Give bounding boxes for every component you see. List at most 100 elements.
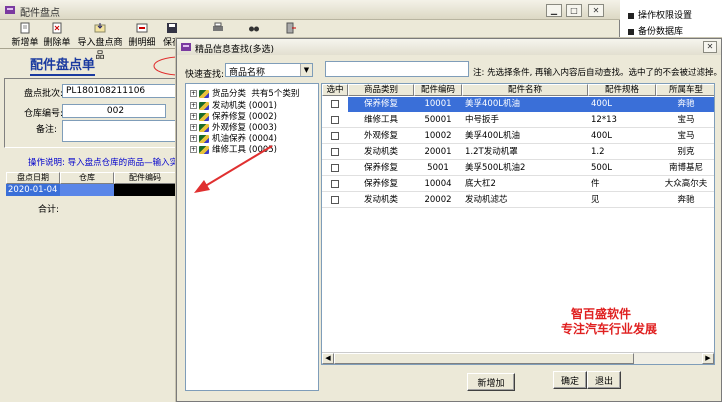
grid-header-code[interactable]: 配件编码: [114, 172, 176, 184]
table-row[interactable]: 维修工具 50001 中号扳手 12*13 宝马: [322, 113, 714, 128]
cell-name: 中号扳手: [465, 115, 500, 125]
table-row[interactable]: 发动机类 20001 1.2T发动机罩 1.2 别克: [322, 145, 714, 160]
scroll-left-icon[interactable]: ◀: [322, 353, 334, 364]
cell-name: 美孚400L机油: [465, 131, 520, 141]
table-row[interactable]: 外观修复 10002 美孚400L机油 400L 宝马: [322, 129, 714, 144]
scrollbar-thumb[interactable]: [334, 353, 634, 364]
select-checkbox[interactable]: [331, 116, 339, 124]
select-checkbox[interactable]: [331, 180, 339, 188]
column-header-category[interactable]: 商品类别: [348, 84, 414, 96]
delete-bill-button[interactable]: 删除单: [42, 21, 72, 48]
select-checkbox[interactable]: [331, 132, 339, 140]
select-checkbox[interactable]: [331, 100, 339, 108]
cell-spec: 400L: [591, 131, 612, 141]
column-header-spec[interactable]: 配件规格: [588, 84, 656, 96]
cell-spec: 件: [591, 179, 600, 189]
column-header-selected[interactable]: 选中: [322, 84, 348, 96]
expand-icon[interactable]: +: [190, 124, 197, 131]
cell-name: 底大杠2: [465, 179, 496, 189]
cell-code: 10004: [424, 179, 452, 189]
column-header-code[interactable]: 配件编码: [414, 84, 462, 96]
cell-code: 10002: [424, 131, 452, 141]
vertical-scrollbar[interactable]: [715, 83, 721, 391]
warehouse-code-field[interactable]: 002: [62, 104, 166, 118]
arrow-annotation: [194, 145, 273, 193]
cell-checkbox[interactable]: [322, 113, 348, 128]
side-item-backup[interactable]: 备份数据库: [628, 24, 683, 37]
cell-checkbox[interactable]: [322, 145, 348, 160]
cell-name: 1.2T发动机罩: [465, 147, 518, 157]
new-bill-button[interactable]: 新增单: [8, 21, 42, 48]
select-checkbox[interactable]: [331, 148, 339, 156]
maximize-button[interactable]: □: [566, 4, 582, 17]
column-header-model[interactable]: 所属车型: [656, 84, 714, 96]
cell-category: 发动机类: [363, 147, 398, 157]
cell-model: 宝马: [677, 131, 695, 141]
warehouse-code-label: 仓库编号:: [24, 109, 64, 119]
cell-checkbox[interactable]: [322, 193, 348, 208]
cell-code: 20001: [424, 147, 452, 157]
cell-model: 南博基尼: [668, 163, 703, 173]
cell-checkbox[interactable]: [322, 161, 348, 176]
app-icon: [5, 6, 15, 14]
grid-cell-code: [114, 184, 176, 196]
books-icon: [199, 101, 209, 110]
search-input[interactable]: [325, 61, 469, 77]
table-row[interactable]: 保养修复 10004 底大杠2 件 大众高尔夫: [322, 177, 714, 192]
cell-model: 别克: [677, 147, 695, 157]
books-icon: [199, 89, 209, 98]
exit-button[interactable]: 退出: [587, 371, 621, 389]
expand-icon[interactable]: +: [190, 90, 197, 97]
cell-spec: 见: [591, 195, 600, 205]
delete-detail-button[interactable]: 删明细: [128, 21, 156, 48]
side-item-permissions[interactable]: 操作权限设置: [628, 8, 692, 21]
add-new-button[interactable]: 新增加: [467, 373, 515, 391]
side-panel: 操作权限设置 备份数据库: [620, 0, 722, 37]
tree-root[interactable]: + 货品分类 共有5个类别: [190, 87, 299, 99]
cell-code: 10001: [414, 97, 462, 112]
quick-search-select[interactable]: 商品名称 ▼: [225, 63, 313, 78]
grid-row[interactable]: 2020-01-04: [6, 184, 176, 196]
scroll-right-icon[interactable]: ▶: [702, 353, 714, 364]
cell-category: 外观修复: [363, 131, 398, 141]
horizontal-scrollbar[interactable]: ◀ ▶: [322, 352, 714, 364]
dialog-close-button[interactable]: ✕: [703, 41, 717, 53]
cell-model: 奔驰: [656, 97, 714, 112]
select-checkbox[interactable]: [331, 164, 339, 172]
table-row[interactable]: 保养修复 5001 美孚500L机油2 500L 南博基尼: [322, 161, 714, 176]
total-label: 合计:: [38, 205, 60, 215]
expand-icon[interactable]: +: [190, 102, 197, 109]
instruction-text: 操作说明: 导入盘点仓库的商品—输入实际: [28, 158, 187, 168]
chevron-down-icon[interactable]: ▼: [300, 64, 312, 76]
product-search-dialog: 精品信息查找(多选) ✕ 快速查找: 商品名称 ▼ 注: 先选择条件, 再输入内…: [176, 38, 722, 402]
cell-code: 20002: [424, 195, 452, 205]
expand-icon[interactable]: +: [190, 113, 197, 120]
cell-name: 美孚500L机油2: [465, 163, 526, 173]
cell-name: 发动机滤芯: [465, 195, 508, 205]
confirm-button[interactable]: 确定: [553, 371, 587, 389]
save-icon: [167, 23, 177, 33]
binoculars-icon: [249, 26, 259, 32]
books-icon: [199, 112, 209, 121]
batch-field[interactable]: PL180108211106: [62, 84, 176, 98]
import-goods-button[interactable]: 导入盘点商品: [74, 21, 126, 61]
cell-category: 保养修复: [348, 97, 414, 112]
table-row[interactable]: 发动机类 20002 发动机滤芯 见 奔驰: [322, 193, 714, 208]
watermark-line1: 智百盛软件: [571, 307, 632, 321]
cell-checkbox[interactable]: [322, 177, 348, 192]
cell-category: 保养修复: [363, 179, 398, 189]
minimize-button[interactable]: ▁: [546, 4, 562, 17]
grid-header-date[interactable]: 盘点日期: [6, 172, 60, 184]
close-button[interactable]: ✕: [588, 4, 604, 17]
select-checkbox[interactable]: [331, 196, 339, 204]
remark-label: 备注:: [36, 125, 58, 135]
batch-label: 盘点批次:: [24, 89, 64, 99]
main-title-bar: 配件盘点 ▁ □ ✕: [0, 0, 620, 20]
table-row[interactable]: 保养修复 10001 美孚400L机油 400L 奔驰: [322, 97, 714, 112]
remark-field[interactable]: [62, 120, 176, 142]
cell-checkbox[interactable]: [322, 129, 348, 144]
column-header-name[interactable]: 配件名称: [462, 84, 588, 96]
grid-header-warehouse[interactable]: 仓库: [60, 172, 114, 184]
cell-checkbox[interactable]: [322, 97, 348, 112]
cell-spec: 1.2: [591, 147, 605, 157]
